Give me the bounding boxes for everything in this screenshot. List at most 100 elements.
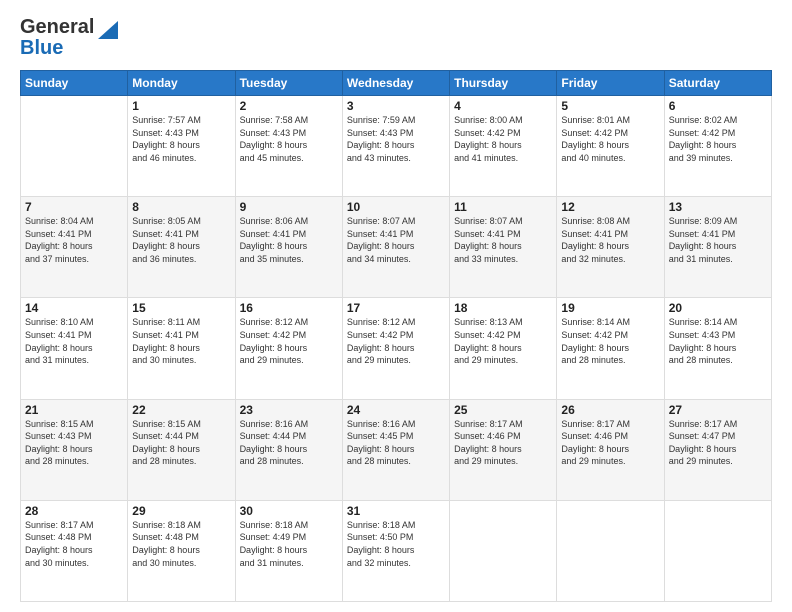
calendar-cell-w1-d5: 5Sunrise: 8:01 AMSunset: 4:42 PMDaylight… — [557, 96, 664, 197]
day-info: Sunrise: 8:06 AMSunset: 4:41 PMDaylight:… — [240, 215, 338, 265]
day-info: Sunrise: 7:59 AMSunset: 4:43 PMDaylight:… — [347, 114, 445, 164]
logo: General Blue — [20, 16, 118, 60]
calendar-cell-w3-d6: 20Sunrise: 8:14 AMSunset: 4:43 PMDayligh… — [664, 298, 771, 399]
day-info: Sunrise: 7:58 AMSunset: 4:43 PMDaylight:… — [240, 114, 338, 164]
day-number: 9 — [240, 200, 338, 214]
day-number: 5 — [561, 99, 659, 113]
day-number: 20 — [669, 301, 767, 315]
day-info: Sunrise: 8:04 AMSunset: 4:41 PMDaylight:… — [25, 215, 123, 265]
day-info: Sunrise: 8:13 AMSunset: 4:42 PMDaylight:… — [454, 316, 552, 366]
day-info: Sunrise: 8:09 AMSunset: 4:41 PMDaylight:… — [669, 215, 767, 265]
calendar-cell-w4-d3: 24Sunrise: 8:16 AMSunset: 4:45 PMDayligh… — [342, 399, 449, 500]
day-number: 17 — [347, 301, 445, 315]
day-info: Sunrise: 8:01 AMSunset: 4:42 PMDaylight:… — [561, 114, 659, 164]
day-number: 14 — [25, 301, 123, 315]
day-number: 10 — [347, 200, 445, 214]
calendar-cell-w4-d0: 21Sunrise: 8:15 AMSunset: 4:43 PMDayligh… — [21, 399, 128, 500]
calendar-cell-w5-d4 — [450, 500, 557, 601]
day-number: 2 — [240, 99, 338, 113]
header-friday: Friday — [557, 71, 664, 96]
day-number: 8 — [132, 200, 230, 214]
calendar-cell-w1-d2: 2Sunrise: 7:58 AMSunset: 4:43 PMDaylight… — [235, 96, 342, 197]
week-row-1: 1Sunrise: 7:57 AMSunset: 4:43 PMDaylight… — [21, 96, 772, 197]
calendar-cell-w2-d3: 10Sunrise: 8:07 AMSunset: 4:41 PMDayligh… — [342, 197, 449, 298]
calendar-cell-w1-d3: 3Sunrise: 7:59 AMSunset: 4:43 PMDaylight… — [342, 96, 449, 197]
day-number: 21 — [25, 403, 123, 417]
day-info: Sunrise: 8:18 AMSunset: 4:49 PMDaylight:… — [240, 519, 338, 569]
logo-arrow-icon — [96, 17, 118, 39]
day-info: Sunrise: 8:14 AMSunset: 4:43 PMDaylight:… — [669, 316, 767, 366]
day-info: Sunrise: 8:12 AMSunset: 4:42 PMDaylight:… — [240, 316, 338, 366]
day-info: Sunrise: 8:05 AMSunset: 4:41 PMDaylight:… — [132, 215, 230, 265]
day-number: 26 — [561, 403, 659, 417]
day-number: 1 — [132, 99, 230, 113]
day-info: Sunrise: 7:57 AMSunset: 4:43 PMDaylight:… — [132, 114, 230, 164]
day-info: Sunrise: 8:18 AMSunset: 4:50 PMDaylight:… — [347, 519, 445, 569]
day-number: 13 — [669, 200, 767, 214]
calendar-cell-w5-d2: 30Sunrise: 8:18 AMSunset: 4:49 PMDayligh… — [235, 500, 342, 601]
calendar-cell-w5-d0: 28Sunrise: 8:17 AMSunset: 4:48 PMDayligh… — [21, 500, 128, 601]
day-info: Sunrise: 8:17 AMSunset: 4:47 PMDaylight:… — [669, 418, 767, 468]
calendar-cell-w2-d6: 13Sunrise: 8:09 AMSunset: 4:41 PMDayligh… — [664, 197, 771, 298]
main-container: General Blue Sunday Monday Tuesday Wedne… — [0, 0, 792, 612]
header-monday: Monday — [128, 71, 235, 96]
day-info: Sunrise: 8:17 AMSunset: 4:46 PMDaylight:… — [454, 418, 552, 468]
calendar-cell-w4-d1: 22Sunrise: 8:15 AMSunset: 4:44 PMDayligh… — [128, 399, 235, 500]
calendar-cell-w4-d6: 27Sunrise: 8:17 AMSunset: 4:47 PMDayligh… — [664, 399, 771, 500]
week-row-5: 28Sunrise: 8:17 AMSunset: 4:48 PMDayligh… — [21, 500, 772, 601]
calendar-cell-w1-d0 — [21, 96, 128, 197]
week-row-3: 14Sunrise: 8:10 AMSunset: 4:41 PMDayligh… — [21, 298, 772, 399]
day-number: 16 — [240, 301, 338, 315]
day-number: 7 — [25, 200, 123, 214]
day-number: 18 — [454, 301, 552, 315]
calendar-cell-w3-d3: 17Sunrise: 8:12 AMSunset: 4:42 PMDayligh… — [342, 298, 449, 399]
day-info: Sunrise: 8:17 AMSunset: 4:46 PMDaylight:… — [561, 418, 659, 468]
week-row-4: 21Sunrise: 8:15 AMSunset: 4:43 PMDayligh… — [21, 399, 772, 500]
calendar-cell-w3-d5: 19Sunrise: 8:14 AMSunset: 4:42 PMDayligh… — [557, 298, 664, 399]
calendar-cell-w5-d1: 29Sunrise: 8:18 AMSunset: 4:48 PMDayligh… — [128, 500, 235, 601]
calendar-header-row: Sunday Monday Tuesday Wednesday Thursday… — [21, 71, 772, 96]
day-number: 31 — [347, 504, 445, 518]
day-number: 19 — [561, 301, 659, 315]
calendar-cell-w2-d1: 8Sunrise: 8:05 AMSunset: 4:41 PMDaylight… — [128, 197, 235, 298]
day-number: 24 — [347, 403, 445, 417]
day-info: Sunrise: 8:17 AMSunset: 4:48 PMDaylight:… — [25, 519, 123, 569]
calendar-cell-w2-d5: 12Sunrise: 8:08 AMSunset: 4:41 PMDayligh… — [557, 197, 664, 298]
day-number: 27 — [669, 403, 767, 417]
day-number: 6 — [669, 99, 767, 113]
calendar-table: Sunday Monday Tuesday Wednesday Thursday… — [20, 70, 772, 602]
header-sunday: Sunday — [21, 71, 128, 96]
header-tuesday: Tuesday — [235, 71, 342, 96]
calendar-cell-w5-d5 — [557, 500, 664, 601]
day-number: 22 — [132, 403, 230, 417]
calendar-cell-w3-d4: 18Sunrise: 8:13 AMSunset: 4:42 PMDayligh… — [450, 298, 557, 399]
day-number: 23 — [240, 403, 338, 417]
day-info: Sunrise: 8:11 AMSunset: 4:41 PMDaylight:… — [132, 316, 230, 366]
week-row-2: 7Sunrise: 8:04 AMSunset: 4:41 PMDaylight… — [21, 197, 772, 298]
calendar-cell-w1-d6: 6Sunrise: 8:02 AMSunset: 4:42 PMDaylight… — [664, 96, 771, 197]
day-info: Sunrise: 8:16 AMSunset: 4:44 PMDaylight:… — [240, 418, 338, 468]
day-info: Sunrise: 8:18 AMSunset: 4:48 PMDaylight:… — [132, 519, 230, 569]
day-info: Sunrise: 8:15 AMSunset: 4:44 PMDaylight:… — [132, 418, 230, 468]
day-number: 28 — [25, 504, 123, 518]
day-number: 30 — [240, 504, 338, 518]
day-info: Sunrise: 8:16 AMSunset: 4:45 PMDaylight:… — [347, 418, 445, 468]
day-number: 15 — [132, 301, 230, 315]
day-number: 25 — [454, 403, 552, 417]
calendar-cell-w3-d2: 16Sunrise: 8:12 AMSunset: 4:42 PMDayligh… — [235, 298, 342, 399]
day-number: 4 — [454, 99, 552, 113]
day-number: 12 — [561, 200, 659, 214]
day-info: Sunrise: 8:08 AMSunset: 4:41 PMDaylight:… — [561, 215, 659, 265]
day-number: 3 — [347, 99, 445, 113]
day-info: Sunrise: 8:12 AMSunset: 4:42 PMDaylight:… — [347, 316, 445, 366]
calendar-cell-w2-d0: 7Sunrise: 8:04 AMSunset: 4:41 PMDaylight… — [21, 197, 128, 298]
calendar-cell-w1-d1: 1Sunrise: 7:57 AMSunset: 4:43 PMDaylight… — [128, 96, 235, 197]
day-info: Sunrise: 8:07 AMSunset: 4:41 PMDaylight:… — [454, 215, 552, 265]
header-thursday: Thursday — [450, 71, 557, 96]
day-number: 11 — [454, 200, 552, 214]
day-info: Sunrise: 8:07 AMSunset: 4:41 PMDaylight:… — [347, 215, 445, 265]
day-info: Sunrise: 8:02 AMSunset: 4:42 PMDaylight:… — [669, 114, 767, 164]
calendar-cell-w2-d4: 11Sunrise: 8:07 AMSunset: 4:41 PMDayligh… — [450, 197, 557, 298]
header-saturday: Saturday — [664, 71, 771, 96]
calendar-cell-w1-d4: 4Sunrise: 8:00 AMSunset: 4:42 PMDaylight… — [450, 96, 557, 197]
